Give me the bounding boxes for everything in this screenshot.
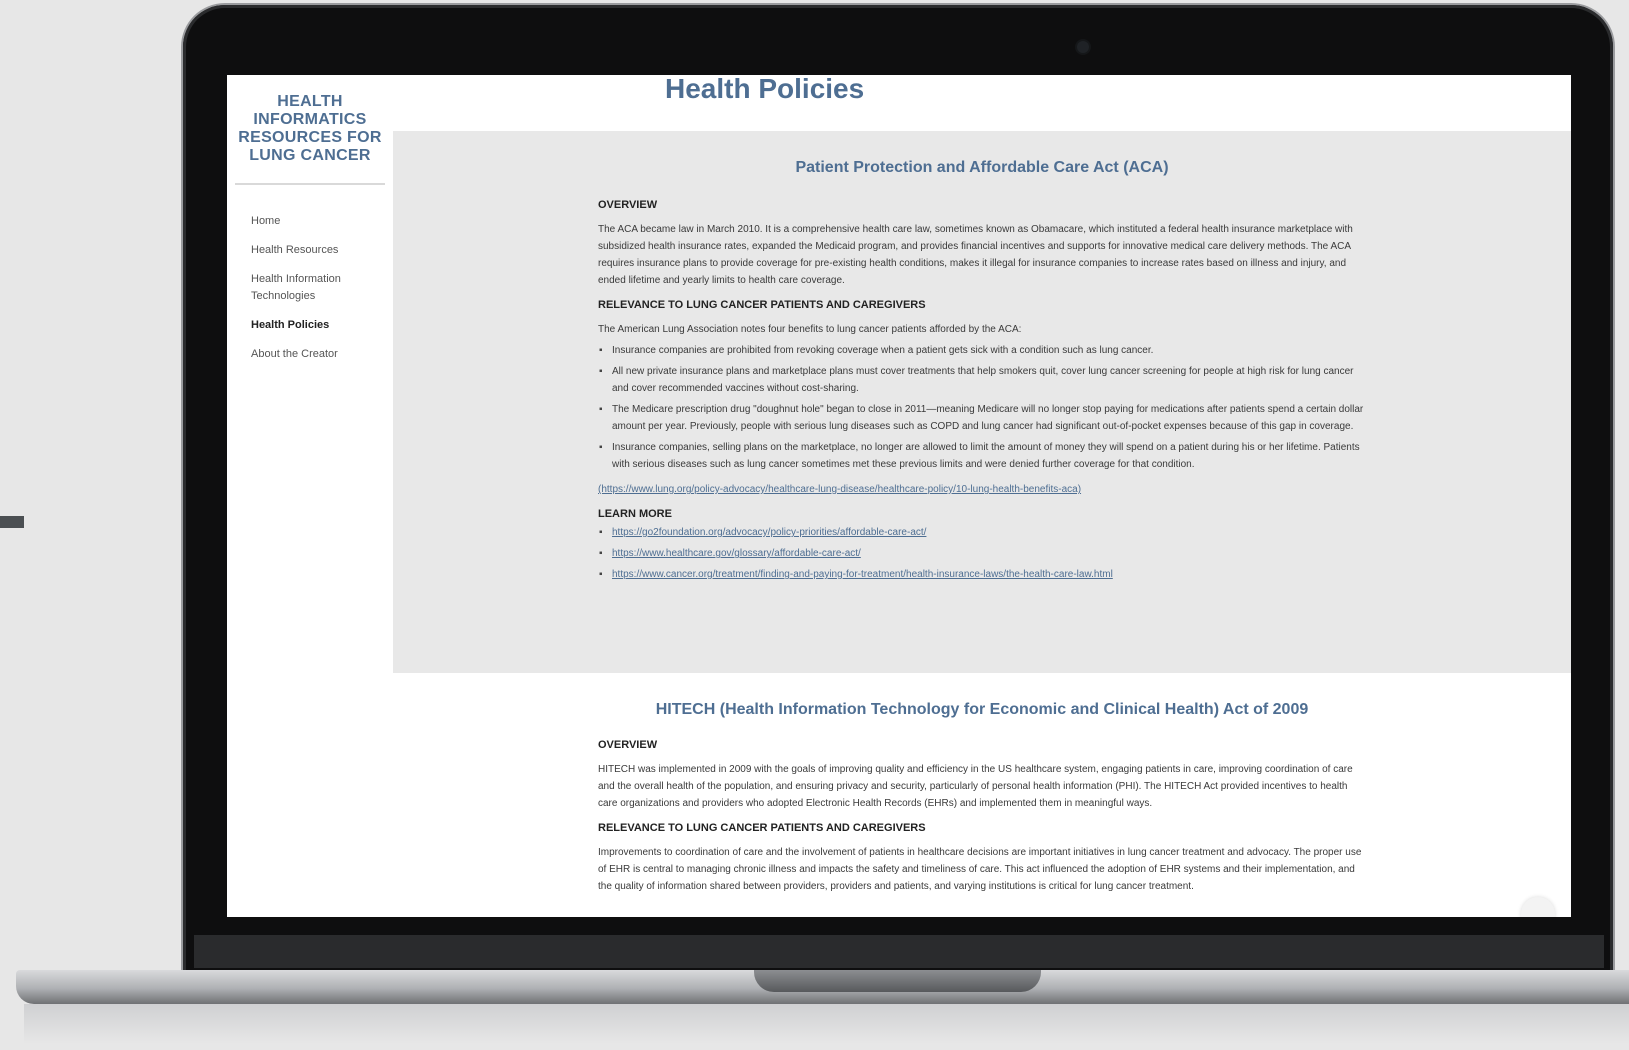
aca-source-link-wrap: (https://www.lung.org/policy-advocacy/he… bbox=[598, 479, 1366, 498]
learn-more-link-go2foundation[interactable]: https://go2foundation.org/advocacy/polic… bbox=[612, 527, 926, 538]
side-dash-decoration bbox=[0, 516, 24, 528]
aca-overview-heading: OVERVIEW bbox=[598, 199, 658, 211]
aca-learn-more-list: https://go2foundation.org/advocacy/polic… bbox=[598, 524, 1366, 583]
nav-item-home[interactable]: Home bbox=[251, 213, 361, 230]
learn-more-link-healthcare-gov[interactable]: https://www.healthcare.gov/glossary/affo… bbox=[612, 548, 861, 559]
nav-item-health-policies[interactable]: Health Policies bbox=[251, 317, 361, 334]
aca-learn-more-heading: LEARN MORE bbox=[598, 508, 672, 520]
sidebar-nav: Home Health Resources Health Information… bbox=[227, 213, 393, 363]
hitech-content: HITECH (Health Information Technology fo… bbox=[598, 701, 1366, 895]
list-item: https://go2foundation.org/advocacy/polic… bbox=[598, 524, 1366, 541]
page-title: Health Policies bbox=[665, 75, 865, 104]
camera-icon bbox=[1077, 41, 1089, 53]
hitech-relevance-heading: RELEVANCE TO LUNG CANCER PATIENTS AND CA… bbox=[598, 822, 926, 834]
laptop-shadow bbox=[24, 1004, 1629, 1044]
screen: HEALTH INFORMATICS RESOURCES FOR LUNG CA… bbox=[227, 75, 1571, 917]
nav-item-health-information-technologies[interactable]: Health Information Technologies bbox=[251, 271, 361, 305]
aca-relevance-intro: The American Lung Association notes four… bbox=[598, 324, 1022, 335]
aca-source-link[interactable]: (https://www.lung.org/policy-advocacy/he… bbox=[598, 484, 1081, 495]
list-item: Insurance companies, selling plans on th… bbox=[598, 439, 1366, 473]
hitech-overview-text: HITECH was implemented in 2009 with the … bbox=[598, 764, 1353, 809]
aca-overview-text: The ACA became law in March 2010. It is … bbox=[598, 224, 1353, 286]
list-item: https://www.cancer.org/treatment/finding… bbox=[598, 566, 1366, 583]
laptop-hinge-notch bbox=[754, 970, 1041, 992]
list-item: Insurance companies are prohibited from … bbox=[598, 342, 1366, 359]
laptop-bezel-bottom bbox=[194, 935, 1604, 968]
nav-item-health-resources[interactable]: Health Resources bbox=[251, 242, 361, 259]
aca-relevance-heading: RELEVANCE TO LUNG CANCER PATIENTS AND CA… bbox=[598, 299, 926, 311]
header-band: Health Policies bbox=[393, 75, 1571, 131]
aca-content: Patient Protection and Affordable Care A… bbox=[598, 159, 1366, 587]
list-item: All new private insurance plans and mark… bbox=[598, 363, 1366, 397]
sidebar: HEALTH INFORMATICS RESOURCES FOR LUNG CA… bbox=[227, 75, 394, 917]
site-title[interactable]: HEALTH INFORMATICS RESOURCES FOR LUNG CA… bbox=[235, 93, 385, 185]
hitech-overview-heading: OVERVIEW bbox=[598, 739, 658, 751]
learn-more-link-cancer-org[interactable]: https://www.cancer.org/treatment/finding… bbox=[612, 569, 1113, 580]
hitech-relevance-text: Improvements to coordination of care and… bbox=[598, 847, 1362, 892]
list-item: https://www.healthcare.gov/glossary/affo… bbox=[598, 545, 1366, 562]
aca-benefits-list: Insurance companies are prohibited from … bbox=[598, 342, 1366, 473]
aca-title: Patient Protection and Affordable Care A… bbox=[795, 159, 1169, 176]
hitech-title: HITECH (Health Information Technology fo… bbox=[655, 701, 1309, 718]
hitech-section: HITECH (Health Information Technology fo… bbox=[393, 673, 1571, 917]
list-item: The Medicare prescription drug "doughnut… bbox=[598, 401, 1366, 435]
aca-section: Patient Protection and Affordable Care A… bbox=[393, 131, 1571, 673]
main-content: Health Policies Patient Protection and A… bbox=[393, 75, 1571, 917]
nav-item-about-the-creator[interactable]: About the Creator bbox=[251, 346, 361, 363]
